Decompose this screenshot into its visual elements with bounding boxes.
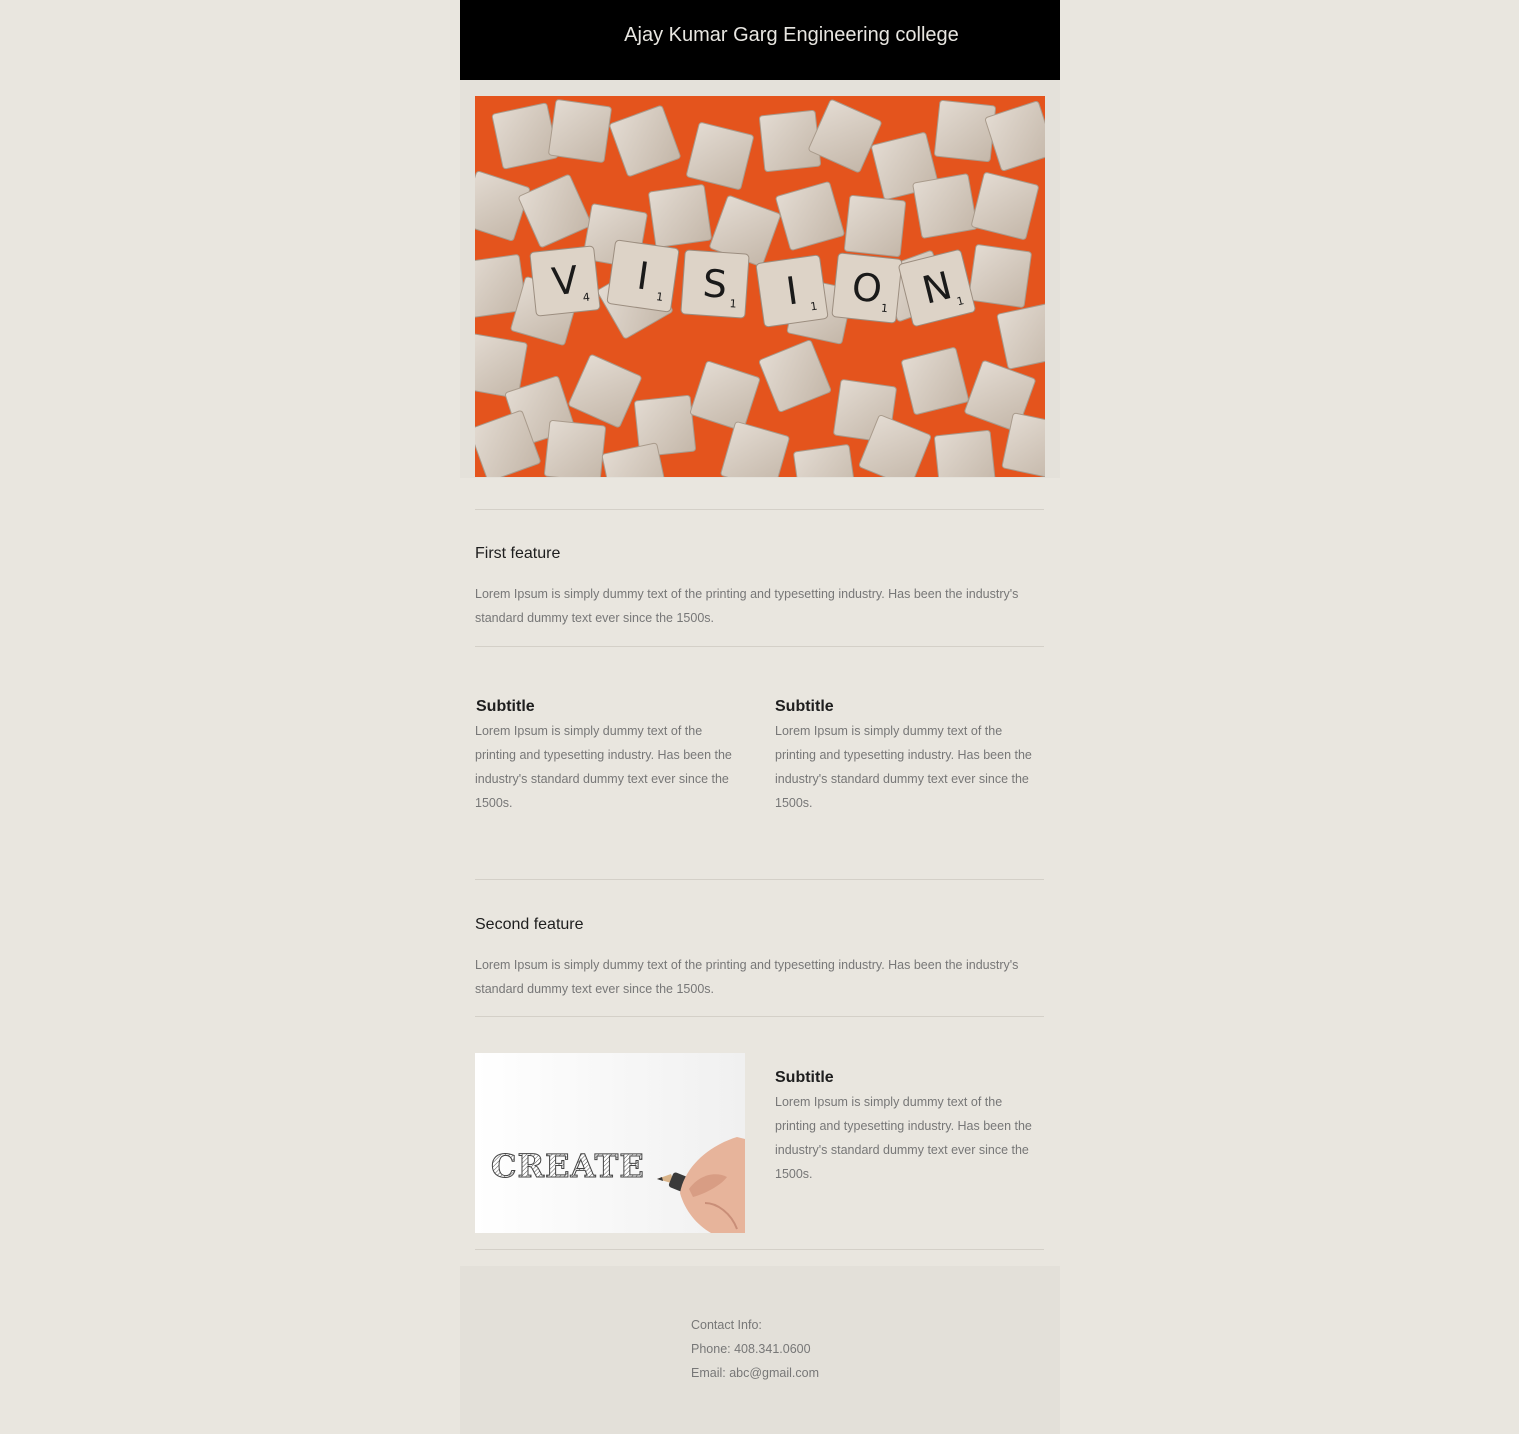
- tile-letter: V: [550, 258, 580, 304]
- wood-tile: [648, 184, 712, 248]
- contact-phone: Phone: 408.341.0600: [691, 1342, 811, 1356]
- contact-heading: Contact Info:: [691, 1318, 762, 1332]
- letter-tile: V4: [529, 245, 601, 317]
- create-text: Lorem Ipsum is simply dummy text of the …: [775, 1095, 1032, 1181]
- footer: Contact Info: Phone: 408.341.0600 Email:…: [460, 1266, 1060, 1434]
- column-2-subtitle: Subtitle: [775, 698, 834, 715]
- divider: [475, 879, 1044, 880]
- column-2-text: Lorem Ipsum is simply dummy text of the …: [775, 724, 1032, 810]
- divider: [475, 1249, 1044, 1250]
- column-1-subtitle: Subtitle: [476, 698, 535, 715]
- wood-tile: [491, 102, 559, 170]
- tile-points: 1: [880, 302, 888, 316]
- divider: [475, 646, 1044, 647]
- header-bar: Ajay Kumar Garg Engineering college: [460, 0, 1060, 80]
- wood-tile: [934, 430, 996, 477]
- tile-letter: O: [850, 265, 884, 312]
- contact-email: Email: abc@gmail.com: [691, 1366, 820, 1380]
- wood-tile: [968, 244, 1032, 308]
- wood-tile: [548, 99, 612, 163]
- letter-tile: S1: [680, 249, 750, 319]
- letter-tile: O1: [831, 252, 903, 324]
- wood-tile: [912, 173, 978, 239]
- wood-tile: [934, 100, 996, 162]
- wood-tile: [844, 195, 906, 257]
- wood-tile: [544, 420, 606, 477]
- tile-letter: S: [701, 261, 728, 307]
- wood-tile: [759, 110, 821, 172]
- divider: [475, 509, 1044, 510]
- email-page: Ajay Kumar Garg Engineering college V4I1…: [0, 0, 1519, 1434]
- column-1-text: Lorem Ipsum is simply dummy text of the …: [475, 724, 732, 810]
- create-pencil-illustration: CREATE: [475, 1053, 745, 1233]
- letter-tile: I1: [606, 239, 680, 313]
- divider: [475, 1016, 1044, 1017]
- second-feature-text: Lorem Ipsum is simply dummy text of the …: [475, 958, 1019, 996]
- site-title: Ajay Kumar Garg Engineering college: [624, 24, 959, 46]
- create-image: CREATE: [475, 1053, 745, 1233]
- vision-tiles-illustration: V 4 I 1 S 1 I 1 O1 N 1: [475, 96, 1045, 477]
- create-subtitle: Subtitle: [775, 1069, 834, 1086]
- second-feature-title: Second feature: [475, 916, 584, 933]
- hero-image-vision: V4I1S1I1O1N1: [475, 96, 1045, 477]
- tile-points: 1: [729, 297, 737, 310]
- letter-tile: I1: [755, 254, 829, 328]
- first-feature-text: Lorem Ipsum is simply dummy text of the …: [475, 587, 1019, 625]
- first-feature-title: First feature: [475, 545, 561, 562]
- create-word: CREATE: [491, 1147, 645, 1185]
- tile-points: 4: [582, 291, 590, 305]
